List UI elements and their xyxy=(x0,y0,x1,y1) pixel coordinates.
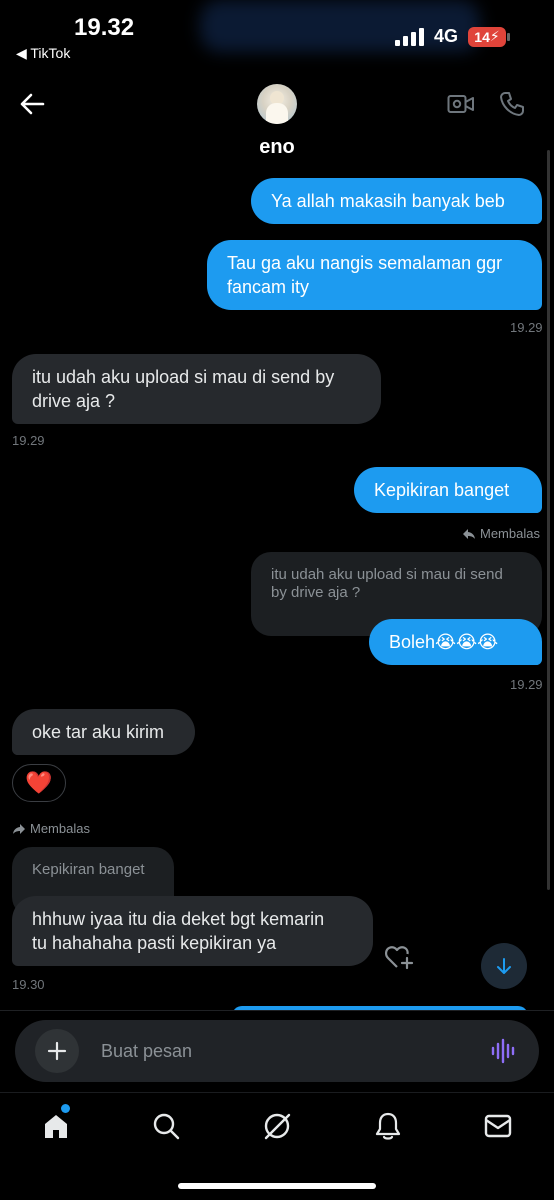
message-text: Ya allah makasih banyak beb xyxy=(271,191,505,211)
network-type: 4G xyxy=(433,26,458,46)
message-incoming[interactable]: itu udah aku upload si mau di send by dr… xyxy=(12,354,381,424)
reply-label: Membalas xyxy=(12,821,90,836)
message-text: Tau ga aku nangis semalaman ggr xyxy=(227,253,503,273)
scrollbar[interactable] xyxy=(547,150,550,890)
scroll-down-button[interactable] xyxy=(481,943,527,989)
quoted-text: itu udah aku upload si mau di send xyxy=(271,566,503,583)
voice-message-icon[interactable] xyxy=(491,1038,517,1069)
message-outgoing[interactable]: Tau ga aku nangis semalaman ggr fancam i… xyxy=(207,240,542,310)
back-arrow-icon[interactable] xyxy=(18,92,46,116)
add-reaction-icon[interactable] xyxy=(384,943,414,976)
quoted-text: by drive aja ? xyxy=(271,584,361,601)
reply-label-text: Membalas xyxy=(30,821,90,836)
arrow-down-icon xyxy=(497,958,511,974)
grok-icon[interactable] xyxy=(259,1108,295,1144)
status-indicators: 4G 14 ⚡ xyxy=(394,26,510,47)
message-timestamp: 19.29 xyxy=(510,320,543,335)
forward-reply-icon xyxy=(13,823,25,834)
add-attachment-button[interactable] xyxy=(35,1029,79,1073)
avatar[interactable] xyxy=(257,84,297,124)
plus-icon xyxy=(47,1041,67,1061)
notifications-icon[interactable] xyxy=(370,1108,406,1144)
message-incoming[interactable]: hhhuw iyaa itu dia deket bgt kemarin tu … xyxy=(12,896,373,966)
video-call-icon[interactable] xyxy=(447,92,475,116)
message-text: tu hahahaha pasti kepikiran ya xyxy=(32,933,277,953)
message-composer xyxy=(15,1020,539,1082)
message-text: drive aja ? xyxy=(32,391,116,411)
reaction-heart[interactable]: ❤️ xyxy=(12,764,66,802)
search-icon[interactable] xyxy=(148,1108,184,1144)
message-incoming[interactable]: oke tar aku kirim xyxy=(12,709,195,755)
battery-level: 14 xyxy=(474,28,490,45)
message-text: oke tar aku kirim xyxy=(32,722,165,742)
message-text: fancam ity xyxy=(227,277,310,297)
home-icon[interactable] xyxy=(38,1108,74,1144)
signal-icon xyxy=(394,27,424,46)
message-text: itu udah aku upload si mau di send by xyxy=(32,367,335,387)
messages-icon[interactable] xyxy=(480,1108,516,1144)
message-text: hhhuw iyaa itu dia deket bgt kemarin xyxy=(32,909,325,929)
message-text: Kepikiran banget xyxy=(374,480,510,500)
quoted-text: Kepikiran banget xyxy=(32,861,145,878)
contact-name[interactable]: eno xyxy=(0,136,554,159)
message-timestamp: 19.29 xyxy=(510,677,543,692)
reply-icon xyxy=(463,528,475,539)
phone-icon[interactable] xyxy=(498,90,526,118)
back-to-app-link[interactable]: ◀ TikTok xyxy=(16,45,70,62)
reply-label: Membalas xyxy=(462,526,540,541)
message-outgoing[interactable]: Ya allah makasih banyak beb xyxy=(251,178,542,224)
message-input[interactable] xyxy=(101,1040,461,1062)
home-indicator[interactable] xyxy=(178,1183,376,1189)
status-time: 19.32 xyxy=(74,14,135,41)
reply-label-text: Membalas xyxy=(480,526,540,541)
message-timestamp: 19.29 xyxy=(12,433,45,448)
message-outgoing[interactable]: Kepikiran banget xyxy=(354,467,542,513)
notification-dot xyxy=(61,1104,70,1113)
message-outgoing[interactable]: Boleh😭😭😭 xyxy=(369,619,542,665)
reaction-emoji: ❤️ xyxy=(25,770,53,795)
battery-icon: 14 ⚡ xyxy=(468,26,510,47)
message-text: Boleh😭😭😭 xyxy=(389,632,499,652)
message-timestamp: 19.30 xyxy=(12,977,45,992)
